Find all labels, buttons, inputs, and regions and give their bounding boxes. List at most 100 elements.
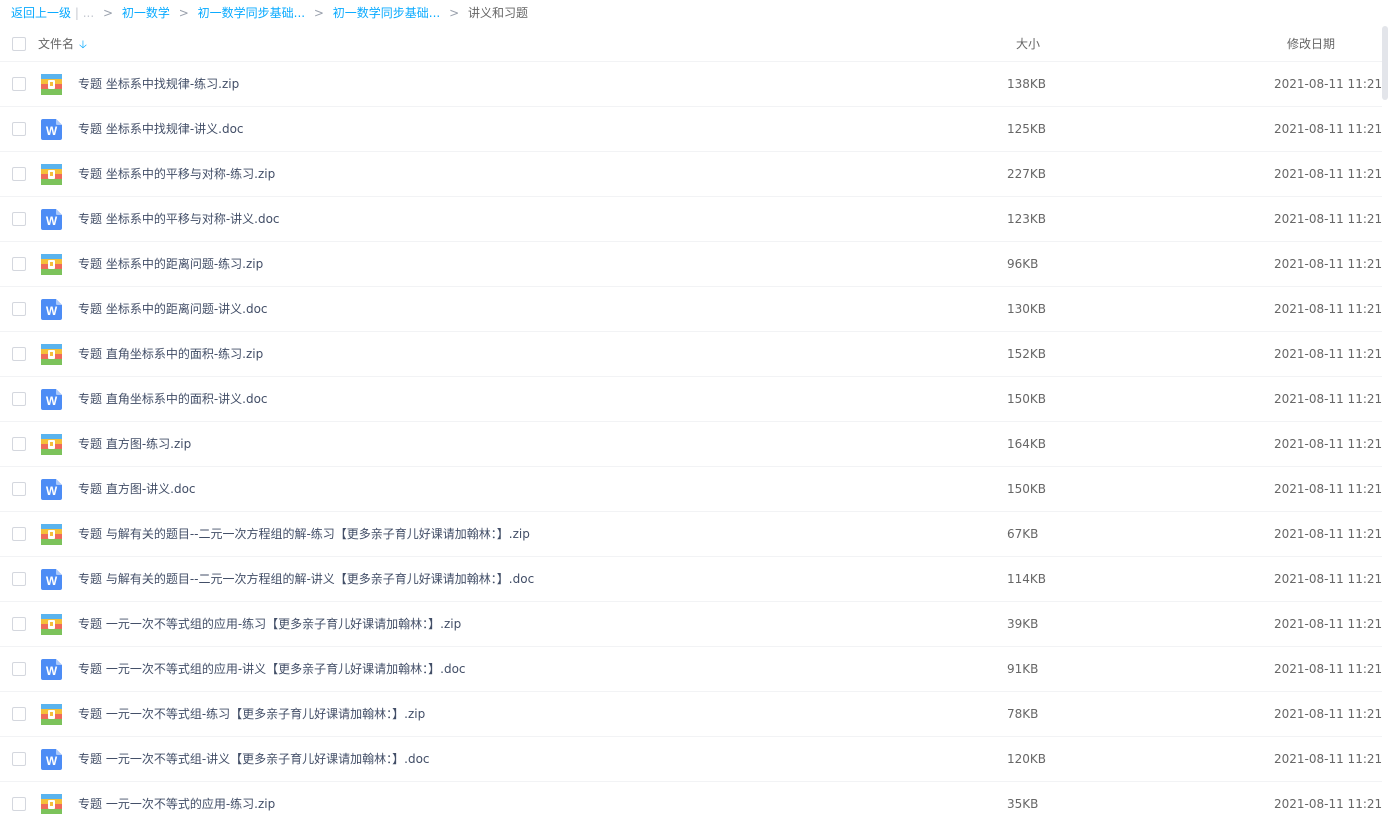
sort-down-arrow-icon: 🡣	[79, 38, 87, 51]
file-name[interactable]: 专题 与解有关的题目--二元一次方程组的解-练习【更多亲子育儿好课请加翰林：】.…	[78, 525, 530, 543]
file-size: 35KB	[1007, 797, 1039, 811]
row-checkbox[interactable]	[12, 212, 26, 226]
table-row[interactable]: 专题 与解有关的题目--二元一次方程组的解-练习【更多亲子育儿好课请加翰林：】.…	[0, 512, 1388, 557]
file-date: 2021-08-11 11:21	[1274, 707, 1383, 721]
select-all-checkbox[interactable]	[12, 37, 26, 51]
file-browser: 返回上一级 | ... > 初一数学 > 初一数学同步基础... > 初一数学同…	[0, 0, 1388, 814]
table-row[interactable]: W 专题 一元一次不等式组的应用-讲义【更多亲子育儿好课请加翰林：】.doc 91K…	[0, 647, 1388, 692]
file-name[interactable]: 专题 一元一次不等式组的应用-练习【更多亲子育儿好课请加翰林：】.zip	[78, 615, 461, 633]
table-row[interactable]: W 专题 直方图-讲义.doc 150KB 2021-08-11 11:21	[0, 467, 1388, 512]
file-name[interactable]: 专题 直方图-讲义.doc	[78, 480, 196, 498]
table-row[interactable]: W 专题 坐标系中的平移与对称-讲义.doc 123KB 2021-08-11 11:…	[0, 197, 1388, 242]
svg-text:W: W	[46, 304, 58, 318]
svg-text:W: W	[46, 484, 58, 498]
word-doc-icon: W	[41, 389, 62, 410]
breadcrumb: 返回上一级 | ... > 初一数学 > 初一数学同步基础... > 初一数学同…	[11, 4, 528, 22]
row-checkbox[interactable]	[12, 302, 26, 316]
svg-text:W: W	[46, 124, 58, 138]
table-row[interactable]: 专题 一元一次不等式的应用-练习.zip 35KB 2021-08-11 11:21	[0, 782, 1388, 814]
file-date: 2021-08-11 11:21	[1274, 437, 1383, 451]
breadcrumb-ellipsis[interactable]: ...	[83, 6, 94, 20]
file-size: 150KB	[1007, 482, 1047, 496]
chevron-right-icon: >	[103, 6, 114, 20]
file-size: 78KB	[1007, 707, 1039, 721]
breadcrumb-item-2[interactable]: 初一数学同步基础...	[198, 6, 305, 20]
row-checkbox[interactable]	[12, 347, 26, 361]
breadcrumb-item-1[interactable]: 初一数学	[122, 6, 170, 20]
file-size: 152KB	[1007, 347, 1047, 361]
zip-archive-icon	[41, 524, 62, 545]
table-row[interactable]: W 专题 直角坐标系中的面积-讲义.doc 150KB 2021-08-11 11:2…	[0, 377, 1388, 422]
table-row[interactable]: 专题 一元一次不等式组-练习【更多亲子育儿好课请加翰林：】.zip 78KB 202…	[0, 692, 1388, 737]
table-row[interactable]: 专题 一元一次不等式组的应用-练习【更多亲子育儿好课请加翰林：】.zip 39KB…	[0, 602, 1388, 647]
table-row[interactable]: 专题 坐标系中的距离问题-练习.zip 96KB 2021-08-11 11:21	[0, 242, 1388, 287]
file-size: 91KB	[1007, 662, 1039, 676]
file-name[interactable]: 专题 坐标系中的距离问题-讲义.doc	[78, 300, 268, 318]
row-checkbox[interactable]	[12, 662, 26, 676]
row-checkbox[interactable]	[12, 707, 26, 721]
file-name[interactable]: 专题 直方图-练习.zip	[78, 435, 191, 453]
row-checkbox[interactable]	[12, 437, 26, 451]
word-doc-icon: W	[41, 659, 62, 680]
file-name[interactable]: 专题 一元一次不等式组-练习【更多亲子育儿好课请加翰林：】.zip	[78, 705, 425, 723]
list-header: 文件名 🡣 大小 修改日期	[0, 26, 1388, 62]
row-checkbox[interactable]	[12, 77, 26, 91]
row-checkbox[interactable]	[12, 257, 26, 271]
table-row[interactable]: W 专题 一元一次不等式组-讲义【更多亲子育儿好课请加翰林：】.doc 120KB 2…	[0, 737, 1388, 782]
row-checkbox[interactable]	[12, 482, 26, 496]
zip-archive-icon	[41, 794, 62, 814]
file-name[interactable]: 专题 一元一次不等式组-讲义【更多亲子育儿好课请加翰林：】.doc	[78, 750, 430, 768]
breadcrumb-back[interactable]: 返回上一级	[11, 6, 71, 20]
file-name[interactable]: 专题 一元一次不等式的应用-练习.zip	[78, 795, 275, 813]
file-size: 150KB	[1007, 392, 1047, 406]
breadcrumb-item-3[interactable]: 初一数学同步基础...	[333, 6, 440, 20]
file-date: 2021-08-11 11:21	[1274, 212, 1383, 226]
file-name[interactable]: 专题 一元一次不等式组的应用-讲义【更多亲子育儿好课请加翰林：】.doc	[78, 660, 466, 678]
file-date: 2021-08-11 11:21	[1274, 617, 1383, 631]
table-row[interactable]: 专题 坐标系中找规律-练习.zip 138KB 2021-08-11 11:21	[0, 62, 1388, 107]
row-checkbox[interactable]	[12, 572, 26, 586]
row-checkbox[interactable]	[12, 167, 26, 181]
file-name[interactable]: 专题 坐标系中的平移与对称-练习.zip	[78, 165, 275, 183]
row-checkbox[interactable]	[12, 392, 26, 406]
svg-text:W: W	[46, 394, 58, 408]
row-checkbox[interactable]	[12, 797, 26, 811]
row-checkbox[interactable]	[12, 752, 26, 766]
file-date: 2021-08-11 11:21	[1274, 392, 1383, 406]
file-name[interactable]: 专题 坐标系中找规律-练习.zip	[78, 75, 239, 93]
breadcrumb-divider: |	[74, 6, 79, 20]
scrollbar[interactable]	[1382, 26, 1388, 814]
svg-text:W: W	[46, 214, 58, 228]
table-row[interactable]: W 专题 坐标系中找规律-讲义.doc 125KB 2021-08-11 11:21	[0, 107, 1388, 152]
zip-archive-icon	[41, 434, 62, 455]
column-header-name-label: 文件名	[38, 37, 75, 51]
table-row[interactable]: W 专题 与解有关的题目--二元一次方程组的解-讲义【更多亲子育儿好课请加翰林：】…	[0, 557, 1388, 602]
file-name[interactable]: 专题 直角坐标系中的面积-讲义.doc	[78, 390, 268, 408]
table-row[interactable]: 专题 直方图-练习.zip 164KB 2021-08-11 11:21	[0, 422, 1388, 467]
column-header-size[interactable]: 大小	[1016, 35, 1040, 53]
row-checkbox[interactable]	[12, 617, 26, 631]
chevron-right-icon: >	[313, 6, 324, 20]
table-row[interactable]: W 专题 坐标系中的距离问题-讲义.doc 130KB 2021-08-11 11:2…	[0, 287, 1388, 332]
table-row[interactable]: 专题 直角坐标系中的面积-练习.zip 152KB 2021-08-11 11:21	[0, 332, 1388, 377]
file-date: 2021-08-11 11:21	[1274, 572, 1383, 586]
file-name[interactable]: 专题 坐标系中找规律-讲义.doc	[78, 120, 244, 138]
column-header-date[interactable]: 修改日期	[1287, 35, 1335, 53]
file-date: 2021-08-11 11:21	[1274, 122, 1383, 136]
svg-text:W: W	[46, 664, 58, 678]
zip-archive-icon	[41, 614, 62, 635]
scrollbar-thumb[interactable]	[1382, 26, 1388, 100]
file-name[interactable]: 专题 与解有关的题目--二元一次方程组的解-讲义【更多亲子育儿好课请加翰林：】.…	[78, 570, 534, 588]
table-row[interactable]: 专题 坐标系中的平移与对称-练习.zip 227KB 2021-08-11 11:2…	[0, 152, 1388, 197]
file-list: 专题 坐标系中找规律-练习.zip 138KB 2021-08-11 11:21 W 专…	[0, 62, 1388, 814]
column-header-name[interactable]: 文件名 🡣	[38, 35, 87, 54]
file-name[interactable]: 专题 直角坐标系中的面积-练习.zip	[78, 345, 263, 363]
svg-text:W: W	[46, 574, 58, 588]
file-size: 125KB	[1007, 122, 1047, 136]
row-checkbox[interactable]	[12, 122, 26, 136]
file-name[interactable]: 专题 坐标系中的距离问题-练习.zip	[78, 255, 263, 273]
file-name[interactable]: 专题 坐标系中的平移与对称-讲义.doc	[78, 210, 280, 228]
file-date: 2021-08-11 11:21	[1274, 77, 1383, 91]
file-size: 123KB	[1007, 212, 1047, 226]
row-checkbox[interactable]	[12, 527, 26, 541]
